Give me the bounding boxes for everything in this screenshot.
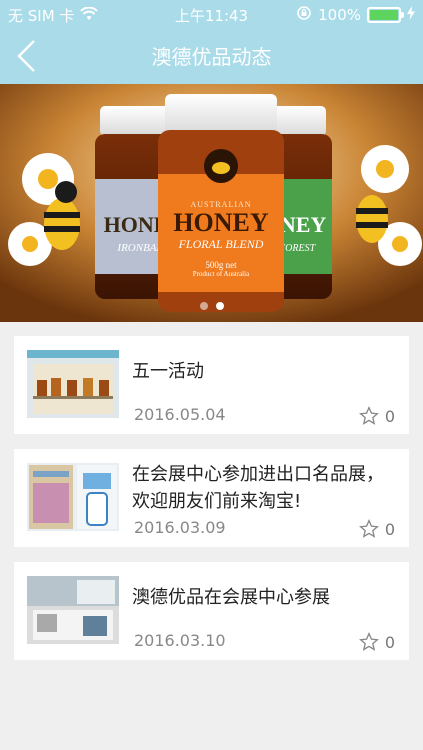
news-item[interactable]: 在会展中心参加进出口名品展，欢迎朋友们前来淘宝! 2016.03.09 0 <box>14 449 409 547</box>
star-icon <box>358 519 379 538</box>
news-thumbnail <box>27 576 119 644</box>
favorite-count: 0 <box>384 406 395 426</box>
news-thumbnail <box>27 463 119 531</box>
news-date: 2016.03.09 <box>134 518 226 537</box>
charging-icon <box>407 6 415 24</box>
jar-origin: Product of Australia <box>192 270 250 278</box>
news-title: 在会展中心参加进出口名品展，欢迎朋友们前来淘宝! <box>132 464 384 512</box>
news-item[interactable]: 五一活动 2016.05.04 0 <box>14 336 409 434</box>
carousel-pager[interactable] <box>0 302 423 310</box>
pager-dot-2[interactable] <box>215 302 224 310</box>
jar-weight: 500g net <box>205 260 237 270</box>
banner-carousel[interactable]: HONEY IRONBARK HONEY RAINFOREST AUSTRALI… <box>0 84 423 322</box>
battery-icon <box>367 7 404 23</box>
star-icon <box>358 406 379 425</box>
favorite-button[interactable]: 0 <box>358 632 395 652</box>
news-thumbnail <box>27 350 119 418</box>
news-title: 澳德优品在会展中心参展 <box>132 587 330 608</box>
news-date: 2016.05.04 <box>134 405 226 424</box>
favorite-button[interactable]: 0 <box>358 519 395 539</box>
status-bar: 无 SIM 卡 上午11:43 100% <box>0 0 423 28</box>
bee-right <box>356 195 388 243</box>
news-list: 五一活动 2016.05.04 0 在会展中心参加进出口名品展，欢迎朋友们前来淘… <box>14 336 409 675</box>
status-right: 100% <box>296 5 415 25</box>
navigation-bar: 澳德优品动态 <box>0 28 423 84</box>
news-item[interactable]: 澳德优品在会展中心参展 2016.03.10 0 <box>14 562 409 660</box>
jar-variety: FLORAL BLEND <box>178 237 264 251</box>
favorite-count: 0 <box>384 519 395 539</box>
jar-label-center: AUSTRALIAN HONEY FLORAL BLEND 500g net P… <box>158 200 284 278</box>
star-icon <box>358 632 379 651</box>
news-title: 五一活动 <box>132 361 204 382</box>
battery-percent: 100% <box>318 6 361 24</box>
favorite-button[interactable]: 0 <box>358 406 395 426</box>
pager-dot-1[interactable] <box>199 302 208 310</box>
page-title: 澳德优品动态 <box>151 45 272 69</box>
orientation-lock-icon <box>296 5 312 25</box>
news-date: 2016.03.10 <box>134 631 226 650</box>
favorite-count: 0 <box>384 632 395 652</box>
jar-name: HONEY <box>173 208 269 237</box>
